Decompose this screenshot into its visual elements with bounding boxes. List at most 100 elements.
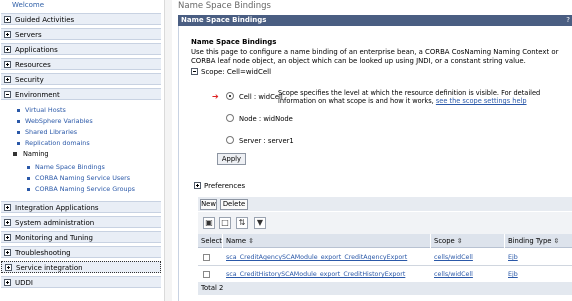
expand-icon[interactable] [4, 204, 11, 211]
bullet-icon [17, 109, 20, 112]
scope-help-text: Scope specifies the level at which the r… [278, 89, 572, 105]
nav-item-applications[interactable]: Applications [1, 43, 161, 55]
navigation-tree: Welcome Guided Activities Servers Applic… [0, 0, 162, 301]
nav-item-security[interactable]: Security [1, 73, 161, 85]
nav-item-integration-applications[interactable]: Integration Applications [1, 201, 161, 213]
nav-link-label: CORBA Naming Service Users [35, 174, 131, 182]
nav-link-label: Virtual Hosts [25, 106, 66, 114]
nav-item-system-administration[interactable]: System administration [1, 216, 161, 228]
scope-label: Scope: Cell=widCell [201, 68, 272, 76]
nav-label: Resources [15, 61, 51, 69]
nav-label: Integration Applications [15, 204, 99, 212]
nav-item-servers[interactable]: Servers [1, 28, 161, 40]
row-select-checkbox[interactable] [203, 254, 210, 261]
main-content: Name Space Bindings Name Space Bindings … [172, 0, 572, 301]
nav-link-label: Shared Libraries [25, 128, 78, 136]
expand-icon[interactable] [4, 46, 11, 53]
bullet-icon [17, 120, 20, 123]
nav-link-replication-domains[interactable]: Replication domains [17, 138, 90, 148]
expand-icon[interactable] [4, 219, 11, 226]
scope-settings-help-link[interactable]: see the scope settings help [436, 97, 527, 105]
nav-label: Service integration [16, 264, 83, 272]
show-filter-icon[interactable]: ⇅ [236, 217, 248, 229]
nav-item-service-integration[interactable]: Service integration [1, 261, 161, 273]
bullet-icon [27, 177, 30, 180]
preferences-toggle[interactable]: Preferences [194, 182, 245, 190]
binding-scope-link[interactable]: cells/widCell [434, 249, 473, 266]
page-description: Use this page to configure a name bindin… [191, 48, 559, 65]
expand-icon[interactable] [4, 279, 11, 286]
nav-label: Security [15, 76, 44, 84]
nav-link-corba-naming-groups[interactable]: CORBA Naming Service Groups [27, 184, 135, 194]
nav-label: UDDI [15, 279, 33, 287]
new-button[interactable]: New [200, 199, 217, 210]
environment-submenu: Virtual Hosts WebSphere Variables Shared… [1, 101, 161, 199]
binding-scope-link[interactable]: cells/widCell [434, 266, 473, 283]
expand-icon[interactable] [5, 264, 12, 271]
nav-group-naming[interactable]: Naming [23, 150, 49, 158]
table-total: Total 2 [198, 282, 572, 295]
nav-item-uddi[interactable]: UDDI [1, 276, 161, 288]
scope-node-label: Node : widNode [239, 115, 293, 123]
nav-item-guided-activities[interactable]: Guided Activities [1, 13, 161, 25]
row-select-checkbox[interactable] [203, 271, 210, 278]
col-name-sort[interactable]: Name ⇳ [222, 234, 254, 248]
nav-item-troubleshooting[interactable]: Troubleshooting [1, 246, 161, 258]
nav-link-label: WebSphere Variables [25, 117, 93, 125]
binding-type-link[interactable]: Ejb [508, 266, 518, 283]
bullet-icon [27, 188, 30, 191]
scope-toggle[interactable]: Scope: Cell=widCell [191, 68, 271, 76]
nav-item-environment[interactable]: Environment [1, 88, 161, 100]
col-binding-type-sort[interactable]: Binding Type ⇳ [504, 234, 559, 248]
nav-link-shared-libraries[interactable]: Shared Libraries [17, 127, 78, 137]
expand-icon[interactable] [4, 16, 11, 23]
scope-node-radio[interactable] [226, 114, 234, 122]
deselect-all-icon[interactable]: □ [219, 217, 231, 229]
nav-link-virtual-hosts[interactable]: Virtual Hosts [17, 105, 66, 115]
expand-icon[interactable] [4, 31, 11, 38]
binding-type-link[interactable]: Ejb [508, 249, 518, 266]
expand-icon[interactable] [4, 76, 11, 83]
collapse-icon[interactable] [13, 152, 17, 156]
scope-server-radio[interactable] [226, 136, 234, 144]
panel-title-bar: Name Space Bindings ? [178, 15, 572, 26]
nav-link-label: Name Space Bindings [35, 163, 105, 171]
scope-cell-label: Cell : widCell [239, 93, 283, 101]
scope-cell-radio[interactable] [226, 92, 234, 100]
nav-item-resources[interactable]: Resources [1, 58, 161, 70]
nav-label: System administration [15, 219, 95, 227]
nav-link-websphere-variables[interactable]: WebSphere Variables [17, 116, 93, 126]
nav-label: Guided Activities [15, 16, 75, 24]
nav-item-monitoring-tuning[interactable]: Monitoring and Tuning [1, 231, 161, 243]
welcome-link[interactable]: Welcome [0, 0, 162, 11]
binding-name-link[interactable]: sca_CreditAgencySCAModule_export_CreditA… [226, 249, 407, 266]
table-tool-bar: ▣ □ ⇅ ▼ [198, 212, 572, 234]
nav-label: Troubleshooting [15, 249, 71, 257]
expand-icon[interactable] [4, 234, 11, 241]
collapse-icon[interactable] [191, 68, 198, 75]
nav-link-corba-naming-users[interactable]: CORBA Naming Service Users [27, 173, 131, 183]
apply-button[interactable]: Apply [217, 153, 246, 165]
expand-icon[interactable] [194, 182, 201, 189]
select-all-icon[interactable]: ▣ [203, 217, 215, 229]
table-header: Select Name ⇳ Scope ⇳ Binding Type ⇳ [198, 234, 572, 248]
current-scope-arrow-icon: ➔ [212, 92, 219, 101]
delete-button[interactable]: Delete [220, 199, 248, 210]
preferences-label: Preferences [204, 182, 246, 190]
action-button-bar: New Delete [198, 197, 572, 211]
expand-icon[interactable] [4, 249, 11, 256]
table-row: sca_CreditHistorySCAModule_export_Credit… [198, 266, 572, 283]
nav-label: Applications [15, 46, 58, 54]
binding-name-link[interactable]: sca_CreditHistorySCAModule_export_Credit… [226, 266, 405, 283]
panel-body: Name Space Bindings Use this page to con… [178, 26, 572, 301]
scope-server-label: Server : server1 [239, 137, 294, 145]
expand-icon[interactable] [4, 61, 11, 68]
table-row: sca_CreditAgencySCAModule_export_CreditA… [198, 249, 572, 266]
clear-filter-icon[interactable]: ▼ [254, 217, 266, 229]
collapse-icon[interactable] [4, 91, 11, 98]
nav-link-name-space-bindings[interactable]: Name Space Bindings [27, 162, 105, 172]
help-icon[interactable]: ? [566, 15, 570, 26]
col-scope-sort[interactable]: Scope ⇳ [430, 234, 463, 248]
frame-divider[interactable] [164, 0, 172, 301]
section-title: Name Space Bindings [191, 38, 277, 46]
